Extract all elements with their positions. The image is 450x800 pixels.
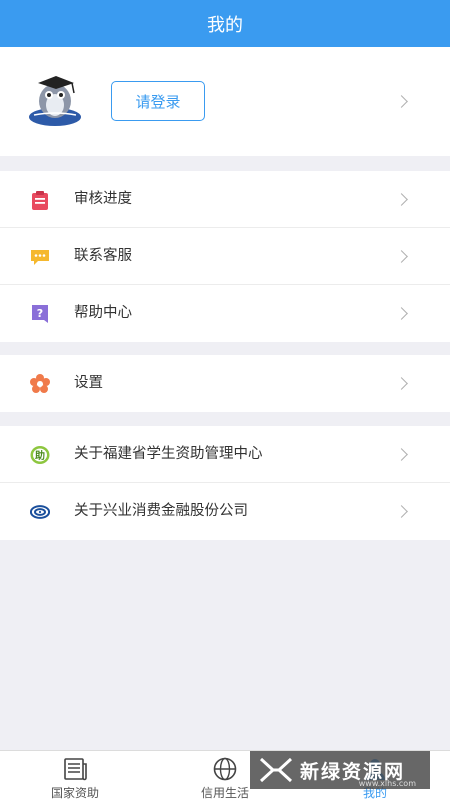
chevron-right-icon (395, 250, 408, 263)
top-bar: 我的 (0, 0, 450, 47)
profile-card[interactable]: 请登录 (0, 47, 450, 156)
chevron-right-icon (395, 307, 408, 320)
watermark-logo-icon (259, 757, 293, 783)
clipboard-icon (32, 191, 48, 210)
menu-item-review-progress[interactable]: 审核进度 (0, 171, 450, 228)
watermark: 新绿资源网 www.xlhs.com (250, 751, 430, 789)
chevron-right-icon (395, 193, 408, 206)
menu-item-label: 关于兴业消费金融股份公司 (74, 503, 248, 519)
menu-item-help-center[interactable]: ? 帮助中心 (0, 285, 450, 342)
watermark-url: www.xlhs.com (358, 779, 416, 788)
menu-item-label: 联系客服 (74, 248, 132, 264)
chevron-right-icon (395, 448, 408, 461)
tab-label: 国家资助 (50, 786, 99, 800)
chevron-right-icon (395, 505, 408, 518)
tab-national-aid[interactable]: 国家资助 (0, 751, 150, 800)
svg-text:?: ? (37, 307, 43, 320)
svg-text:助: 助 (35, 449, 45, 462)
menu-item-settings[interactable]: 设置 (0, 355, 450, 412)
menu-item-label: 关于福建省学生资助管理中心 (74, 446, 263, 462)
newspaper-icon (64, 758, 87, 781)
avatar (29, 76, 81, 126)
menu-group-main: 审核进度 联系客服 ? 帮助中心 (0, 171, 450, 342)
chat-icon (31, 250, 49, 265)
menu-group-about: 助 关于福建省学生资助管理中心 关于兴业消费金融股份公司 (0, 426, 450, 540)
chevron-right-icon (395, 377, 408, 390)
menu-item-label: 帮助中心 (74, 305, 132, 321)
page-title: 我的 (207, 14, 243, 36)
menu-item-label: 审核进度 (74, 191, 132, 207)
menu-group-settings: 设置 (0, 355, 450, 412)
help-icon: ? (32, 305, 48, 323)
menu-item-contact-service[interactable]: 联系客服 (0, 228, 450, 285)
zhu-logo-icon: 助 (30, 446, 50, 464)
gear-icon (30, 374, 50, 393)
menu-item-label: 设置 (74, 375, 103, 391)
cib-logo-icon (30, 505, 50, 519)
globe-icon (213, 757, 237, 781)
login-button[interactable]: 请登录 (111, 81, 205, 121)
menu-item-about-fujian-center[interactable]: 助 关于福建省学生资助管理中心 (0, 426, 450, 483)
chevron-right-icon (395, 95, 408, 108)
menu-item-about-cib-finance[interactable]: 关于兴业消费金融股份公司 (0, 483, 450, 540)
